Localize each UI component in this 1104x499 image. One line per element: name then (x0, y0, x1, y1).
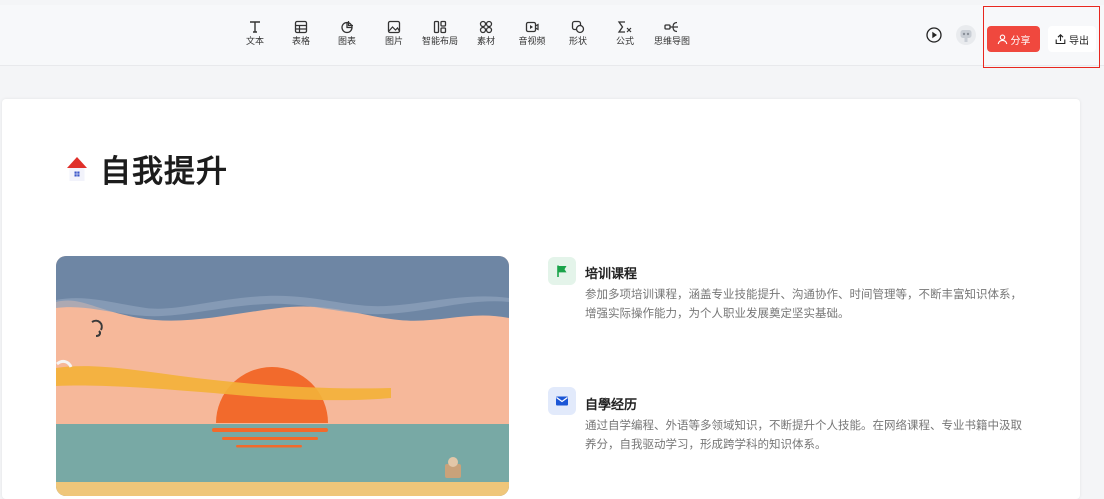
play-button[interactable] (925, 26, 943, 48)
house-icon (67, 156, 87, 181)
robot-avatar-icon (956, 25, 976, 45)
item-icon-box (548, 257, 576, 285)
tool-label: 文本 (245, 37, 264, 47)
tool-label: 图表 (337, 37, 356, 47)
play-icon (926, 27, 942, 43)
sunset-illustration[interactable] (56, 256, 509, 496)
tool-image[interactable]: 图片 (370, 15, 418, 49)
tool-shape[interactable]: 形状 (554, 15, 602, 49)
media-icon (525, 21, 539, 33)
chart-icon (341, 21, 353, 34)
shape-icon (571, 20, 585, 34)
tool-label: 智能布局 (421, 37, 458, 47)
tool-text[interactable]: 文本 (231, 15, 279, 49)
sunset-image (56, 256, 509, 496)
tool-label: 形状 (568, 37, 587, 47)
smart-layout-icon (433, 20, 447, 34)
image-icon (387, 20, 401, 34)
tool-label: 图片 (384, 37, 403, 47)
item-description[interactable]: 参加多项培训课程，涵盖专业技能提升、沟通协作、时间管理等，不断丰富知识体系，增强… (585, 285, 1031, 323)
mindmap-icon (664, 21, 678, 33)
table-icon (294, 20, 308, 34)
item-description[interactable]: 通过自学编程、外语等多领域知识，不断提升个人技能。在网络课程、专业书籍中汲取养分… (585, 416, 1031, 454)
text-icon (250, 21, 260, 33)
tool-label: 思维导图 (653, 37, 690, 47)
tool-formula[interactable]: 公式 (601, 15, 649, 49)
tool-label: 表格 (291, 37, 310, 47)
item-title[interactable]: 自學经历 (585, 394, 637, 413)
tool-mindmap[interactable]: 思维导图 (648, 15, 696, 49)
slide-title[interactable]: 自我提升 (100, 146, 228, 191)
item-icon-box (548, 387, 576, 415)
slide-title-group: 自我提升 (66, 146, 228, 191)
formula-icon (617, 21, 632, 33)
tool-label: 素材 (476, 37, 495, 47)
assets-icon (479, 20, 493, 34)
tool-smart-layout[interactable]: 智能布局 (416, 15, 464, 49)
avatar-button[interactable] (955, 24, 977, 50)
tool-chart[interactable]: 图表 (323, 15, 371, 49)
item-title[interactable]: 培训课程 (585, 263, 637, 282)
flag-icon (557, 265, 567, 277)
tool-label: 公式 (615, 37, 634, 47)
tool-label: 音视频 (518, 37, 546, 47)
highlight-annotation-box (983, 6, 1100, 68)
tool-assets[interactable]: 素材 (462, 15, 510, 49)
tool-media[interactable]: 音视频 (508, 15, 556, 49)
tool-table[interactable]: 表格 (277, 15, 325, 49)
top-toolbar: 文本 表格 图表 图片 智能布局 素材 音视频 形状 公式 思维导图 分享 导出 (0, 5, 1104, 66)
mail-icon (556, 396, 568, 406)
